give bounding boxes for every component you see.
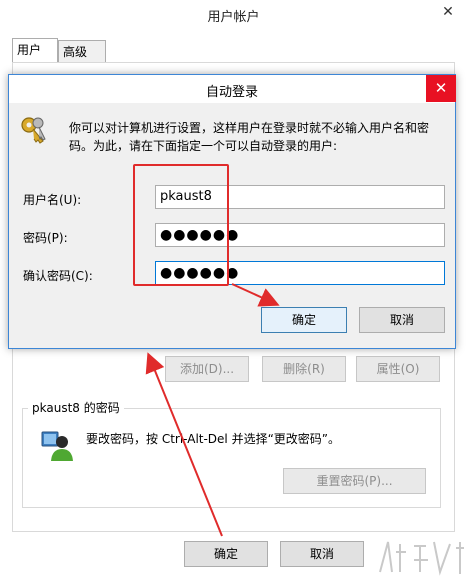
arrow-from-bottom xyxy=(145,352,223,537)
arrow-to-ok xyxy=(231,283,280,307)
annotation-arrows xyxy=(145,283,280,537)
tab-users[interactable]: 用户 xyxy=(12,38,58,62)
corner-artifact xyxy=(370,534,467,579)
